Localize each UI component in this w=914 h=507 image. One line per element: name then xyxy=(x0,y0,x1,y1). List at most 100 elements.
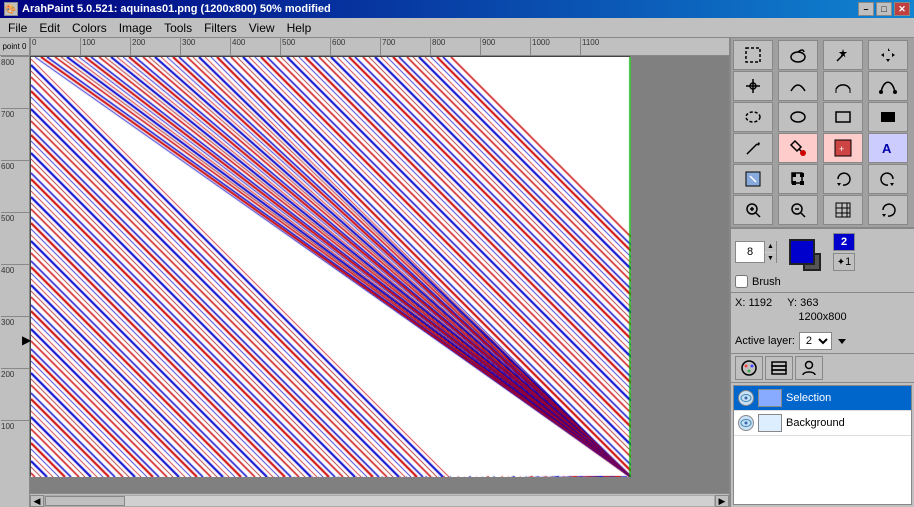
layer-btn-palette[interactable] xyxy=(735,356,763,380)
drawing-canvas xyxy=(30,56,630,476)
tool-grid[interactable] xyxy=(823,195,863,225)
brush-size-up[interactable]: ▲ xyxy=(764,241,776,252)
tool-rect-fill[interactable] xyxy=(868,102,908,132)
tool-ellipse-select[interactable] xyxy=(733,102,773,132)
hscroll-thumb[interactable] xyxy=(45,496,125,506)
tool-rotate[interactable] xyxy=(823,164,863,194)
tool-fill[interactable] xyxy=(778,133,818,163)
color-swatch-container xyxy=(789,239,815,265)
titlebar-left: 🎨 ArahPaint 5.0.521: aquinas01.png (1200… xyxy=(4,2,331,16)
y-label: Y: xyxy=(787,297,797,309)
brush-row: 8 ▲ ▼ 2 ✦ 1 xyxy=(735,233,910,271)
brush-checkbox-row: Brush xyxy=(735,275,910,288)
tool-zoom-out[interactable] xyxy=(778,195,818,225)
tool-move[interactable] xyxy=(868,40,908,70)
tool-curve[interactable] xyxy=(778,71,818,101)
layer-thumb-background xyxy=(758,414,782,432)
maximize-button[interactable]: □ xyxy=(876,2,892,16)
ruler-v-tick-800: 800 xyxy=(1,56,30,67)
tool-rect-outline[interactable] xyxy=(823,102,863,132)
tool-undo[interactable] xyxy=(868,195,908,225)
layer-btn-layers[interactable] xyxy=(765,356,793,380)
menu-item-edit[interactable]: Edit xyxy=(33,19,66,37)
color-value-1: 2 xyxy=(833,233,855,251)
layer-name-selection: Selection xyxy=(786,392,831,404)
brush-size-input[interactable]: 8 xyxy=(736,246,764,258)
tool-eyedropper[interactable] xyxy=(733,164,773,194)
ruler-h-tick-500: 500 xyxy=(280,38,295,56)
tool-select-rect[interactable] xyxy=(733,40,773,70)
primary-color-swatch[interactable] xyxy=(789,239,815,265)
menu-item-view[interactable]: View xyxy=(243,19,281,37)
ruler-v-tick-300: 300 xyxy=(1,316,30,327)
layer-toolbar xyxy=(731,354,914,383)
ruler-h-tick-900: 900 xyxy=(480,38,495,56)
app-icon: 🎨 xyxy=(4,2,18,16)
ruler-v-tick-100: 100 xyxy=(1,420,30,431)
active-layer-row: Active layer: 2 1 3 xyxy=(731,329,914,354)
active-layer-label: Active layer: xyxy=(735,335,795,347)
tool-arc[interactable] xyxy=(823,71,863,101)
color-value-2: ✦ 1 xyxy=(833,253,855,271)
layer-name-background: Background xyxy=(786,417,845,429)
layer-row-background[interactable]: Background xyxy=(734,411,911,436)
svg-text:A: A xyxy=(882,141,892,156)
tool-magic-wand[interactable] xyxy=(823,40,863,70)
menu-item-colors[interactable]: Colors xyxy=(66,19,113,37)
tools-grid: + A xyxy=(731,38,914,229)
hscroll-left[interactable]: ◀ xyxy=(30,495,44,507)
right-toolbar: + A xyxy=(729,38,914,507)
ruler-v-tick-500: 500 xyxy=(1,212,30,223)
main-area: point 0 01002003004005006007008009001000… xyxy=(0,38,914,507)
ruler-corner: point 0 xyxy=(0,38,30,56)
layer-select-chevron xyxy=(836,335,848,347)
menu-item-file[interactable]: File xyxy=(2,19,33,37)
titlebar: 🎨 ArahPaint 5.0.521: aquinas01.png (1200… xyxy=(0,0,914,18)
brush-size-spinner[interactable]: 8 ▲ ▼ xyxy=(735,241,777,263)
tool-ellipse[interactable] xyxy=(778,102,818,132)
ruler-v-tick-700: 700 xyxy=(1,108,30,119)
ruler-h-tick-1000: 1000 xyxy=(530,38,550,56)
canvas-scroll[interactable] xyxy=(30,56,729,493)
scroll-arrow: ▶ xyxy=(22,333,31,347)
active-layer-select[interactable]: 2 1 3 xyxy=(799,332,832,350)
brush-size-down[interactable]: ▼ xyxy=(764,252,776,263)
ruler-h-tick-200: 200 xyxy=(130,38,145,56)
hscroll-track xyxy=(44,495,715,507)
tool-bezier[interactable] xyxy=(868,71,908,101)
menu-item-help[interactable]: Help xyxy=(281,19,318,37)
tool-color-picker[interactable]: + xyxy=(823,133,863,163)
color-small-icon: ✦ xyxy=(837,257,845,268)
ruler-h-tick-100: 100 xyxy=(80,38,95,56)
ruler-v-tick-200: 200 xyxy=(1,368,30,379)
menu-item-filters[interactable]: Filters xyxy=(198,19,243,37)
tool-lasso[interactable] xyxy=(778,40,818,70)
tool-zoom-in[interactable] xyxy=(733,195,773,225)
layer-eye-selection[interactable] xyxy=(738,390,754,406)
close-button[interactable]: ✕ xyxy=(894,2,910,16)
tool-crosshair[interactable] xyxy=(733,71,773,101)
horizontal-scrollbar[interactable]: ◀ ▶ xyxy=(30,493,729,507)
layer-row-selection[interactable]: Selection xyxy=(734,386,911,411)
ruler-v-tick-600: 600 xyxy=(1,160,30,171)
canvas-container[interactable]: point 0 01002003004005006007008009001000… xyxy=(0,38,729,507)
minimize-button[interactable]: – xyxy=(858,2,874,16)
menubar: FileEditColorsImageToolsFiltersViewHelp xyxy=(0,18,914,38)
ruler-h-tick-600: 600 xyxy=(330,38,345,56)
coords-panel: X: 1192 Y: 363 1200x800 xyxy=(731,293,914,329)
tool-pencil[interactable] xyxy=(733,133,773,163)
titlebar-title: ArahPaint 5.0.521: aquinas01.png (1200x8… xyxy=(22,3,331,15)
layer-btn-user[interactable] xyxy=(795,356,823,380)
menu-item-image[interactable]: Image xyxy=(113,19,158,37)
tool-redo[interactable] xyxy=(868,164,908,194)
ruler-v-tick-400: 400 xyxy=(1,264,30,275)
hscroll-right[interactable]: ▶ xyxy=(715,495,729,507)
layer-eye-background[interactable] xyxy=(738,415,754,431)
tool-transform2[interactable] xyxy=(778,164,818,194)
tool-text[interactable]: A xyxy=(868,133,908,163)
color-small-value: 1 xyxy=(845,256,851,268)
ruler-h-tick-700: 700 xyxy=(380,38,395,56)
ruler-h-tick-300: 300 xyxy=(180,38,195,56)
menu-item-tools[interactable]: Tools xyxy=(158,19,198,37)
brush-checkbox[interactable] xyxy=(735,275,748,288)
